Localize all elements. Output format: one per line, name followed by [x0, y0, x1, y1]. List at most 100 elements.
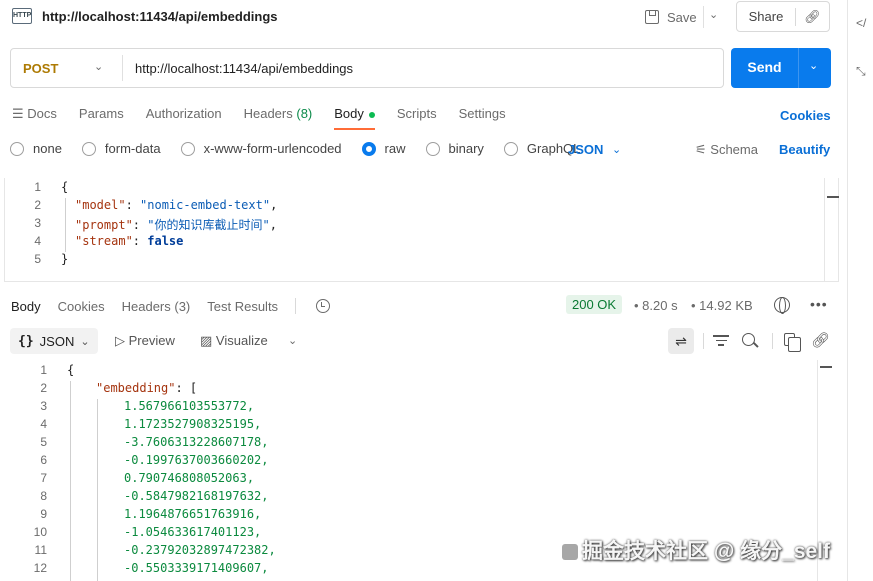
- tab-authorization[interactable]: Authorization: [146, 106, 222, 128]
- json-key: "prompt": [75, 218, 133, 232]
- radio-circle-icon: [10, 141, 24, 156]
- tab-settings[interactable]: Settings: [459, 106, 506, 128]
- brace: {: [61, 180, 69, 194]
- copy-link-icon[interactable]: 🔗︎: [796, 9, 829, 25]
- divider: [122, 55, 123, 81]
- radio-label: x-www-form-urlencoded: [203, 141, 342, 156]
- tab-docs[interactable]: ☰ Docs: [12, 106, 57, 128]
- radio-none[interactable]: none: [10, 141, 62, 156]
- chevron-down-icon: ⌄: [80, 335, 90, 348]
- request-body-editor[interactable]: 1 2 3 4 5 { "model": "nomic-embed-text",…: [4, 178, 839, 282]
- tab-test-results[interactable]: Test Results: [207, 299, 278, 314]
- json-number: -0.23792032897472382,: [124, 543, 276, 557]
- preview-button[interactable]: ▷ Preview: [115, 333, 175, 349]
- chevron-down-icon[interactable]: ⌄: [94, 60, 103, 73]
- response-time-value: 8.20 s: [642, 298, 678, 313]
- tab-headers[interactable]: Headers (8): [244, 106, 313, 128]
- send-button[interactable]: Send ⌄: [731, 48, 831, 88]
- code-icon[interactable]: </: [856, 16, 866, 30]
- code-line: "stream": false: [75, 234, 184, 248]
- chevron-down-icon[interactable]: ⌄: [288, 334, 297, 347]
- code-line: "model": "nomic-embed-text",: [75, 198, 278, 212]
- method-select[interactable]: POST: [23, 61, 58, 76]
- line-number: 8: [40, 489, 47, 503]
- json-number: -1.054633617401123,: [124, 525, 262, 539]
- wrap-lines-icon[interactable]: ⇌: [668, 328, 694, 354]
- line-number: 11: [34, 543, 47, 557]
- scroll-thumb[interactable]: [827, 196, 839, 198]
- response-format-select[interactable]: {} JSON ⌄: [10, 328, 98, 354]
- request-title[interactable]: http://localhost:11434/api/embeddings: [42, 9, 278, 24]
- globe-icon[interactable]: [774, 297, 790, 314]
- copy-icon[interactable]: [784, 333, 801, 352]
- radio-binary[interactable]: binary: [425, 141, 484, 156]
- code-line: {: [61, 180, 68, 198]
- tab-body[interactable]: Body: [334, 106, 375, 130]
- radio-form-data[interactable]: form-data: [81, 141, 161, 156]
- response-size[interactable]: • 14.92 KB: [691, 298, 753, 313]
- tab-response-headers[interactable]: Headers (3): [122, 299, 191, 314]
- line-number: 3: [40, 399, 47, 413]
- radio-circle-icon: [81, 141, 96, 156]
- expand-icon[interactable]: ⤡: [856, 64, 866, 79]
- divider: [772, 333, 773, 349]
- scroll-thumb[interactable]: [820, 366, 832, 368]
- visualize-button[interactable]: ▨ Visualize: [200, 333, 268, 349]
- link-icon[interactable]: 🔗︎: [811, 331, 830, 349]
- json-number: 1.567966103553772,: [124, 399, 255, 413]
- braces-icon: {}: [18, 333, 34, 349]
- search-icon[interactable]: [742, 333, 755, 346]
- radio-label: none: [33, 141, 62, 156]
- tab-response-body[interactable]: Body: [11, 299, 41, 314]
- line-number: 1: [34, 180, 41, 194]
- line-number: 5: [34, 252, 41, 266]
- code-line: "prompt": "你的知识库截止时间",: [75, 218, 277, 232]
- watermark-logo-icon: [562, 544, 578, 561]
- json-number: 1.1723527908325195,: [124, 417, 262, 431]
- divider: [703, 333, 704, 349]
- json-key: "stream": [75, 234, 133, 248]
- tab-scripts[interactable]: Scripts: [397, 106, 437, 128]
- response-time[interactable]: • 8.20 s: [634, 298, 678, 313]
- scrollbar[interactable]: [824, 178, 840, 282]
- more-icon[interactable]: •••: [810, 296, 828, 312]
- send-options-chevron-icon[interactable]: ⌄: [809, 59, 818, 72]
- comma: ,: [270, 198, 278, 212]
- save-options-chevron-icon[interactable]: ⌄: [709, 8, 718, 21]
- json-number: -0.1997637003660202,: [124, 453, 269, 467]
- tab-docs-label: Docs: [27, 106, 57, 121]
- chevron-down-icon[interactable]: ⌄: [612, 143, 621, 156]
- code-line: {: [67, 363, 74, 381]
- line-number: 2: [40, 381, 47, 395]
- schema-label: Schema: [710, 142, 758, 157]
- save-label: Save: [667, 9, 697, 25]
- filter-icon[interactable]: [713, 335, 729, 347]
- code-line: }: [61, 252, 68, 270]
- radio-urlencoded[interactable]: x-www-form-urlencoded: [180, 141, 342, 156]
- request-tabs: ☰ Docs Params Authorization Headers (8) …: [12, 106, 528, 130]
- json-number: -0.5847982168197632,: [124, 489, 269, 503]
- cookies-link[interactable]: Cookies: [780, 108, 831, 123]
- divider: [798, 48, 799, 88]
- tab-params[interactable]: Params: [79, 106, 124, 128]
- share-button[interactable]: Share 🔗︎: [736, 1, 830, 32]
- json-number: -3.7606313228607178,: [124, 435, 269, 449]
- beautify-button[interactable]: Beautify: [779, 142, 830, 157]
- tab-headers-label: Headers: [243, 106, 293, 121]
- url-input[interactable]: http://localhost:11434/api/embeddings: [135, 61, 353, 76]
- brace: {: [67, 363, 75, 377]
- indent-guide: [97, 399, 98, 581]
- radio-raw[interactable]: raw: [361, 141, 406, 156]
- radio-circle-icon: [503, 141, 518, 156]
- schema-button[interactable]: ⚟ Schema: [695, 142, 758, 158]
- response-tabs: Body Cookies Headers (3) Test Results: [11, 298, 331, 314]
- preview-label: Preview: [128, 333, 175, 348]
- line-number: 7: [40, 471, 47, 485]
- line-number: 10: [33, 525, 47, 539]
- status-badge[interactable]: 200 OK: [566, 295, 623, 314]
- url-bar: POST ⌄ http://localhost:11434/api/embedd…: [10, 48, 724, 88]
- history-icon[interactable]: [316, 299, 331, 313]
- body-format-select[interactable]: JSON: [568, 142, 603, 157]
- save-button[interactable]: Save: [645, 4, 697, 30]
- tab-response-cookies[interactable]: Cookies: [58, 299, 105, 314]
